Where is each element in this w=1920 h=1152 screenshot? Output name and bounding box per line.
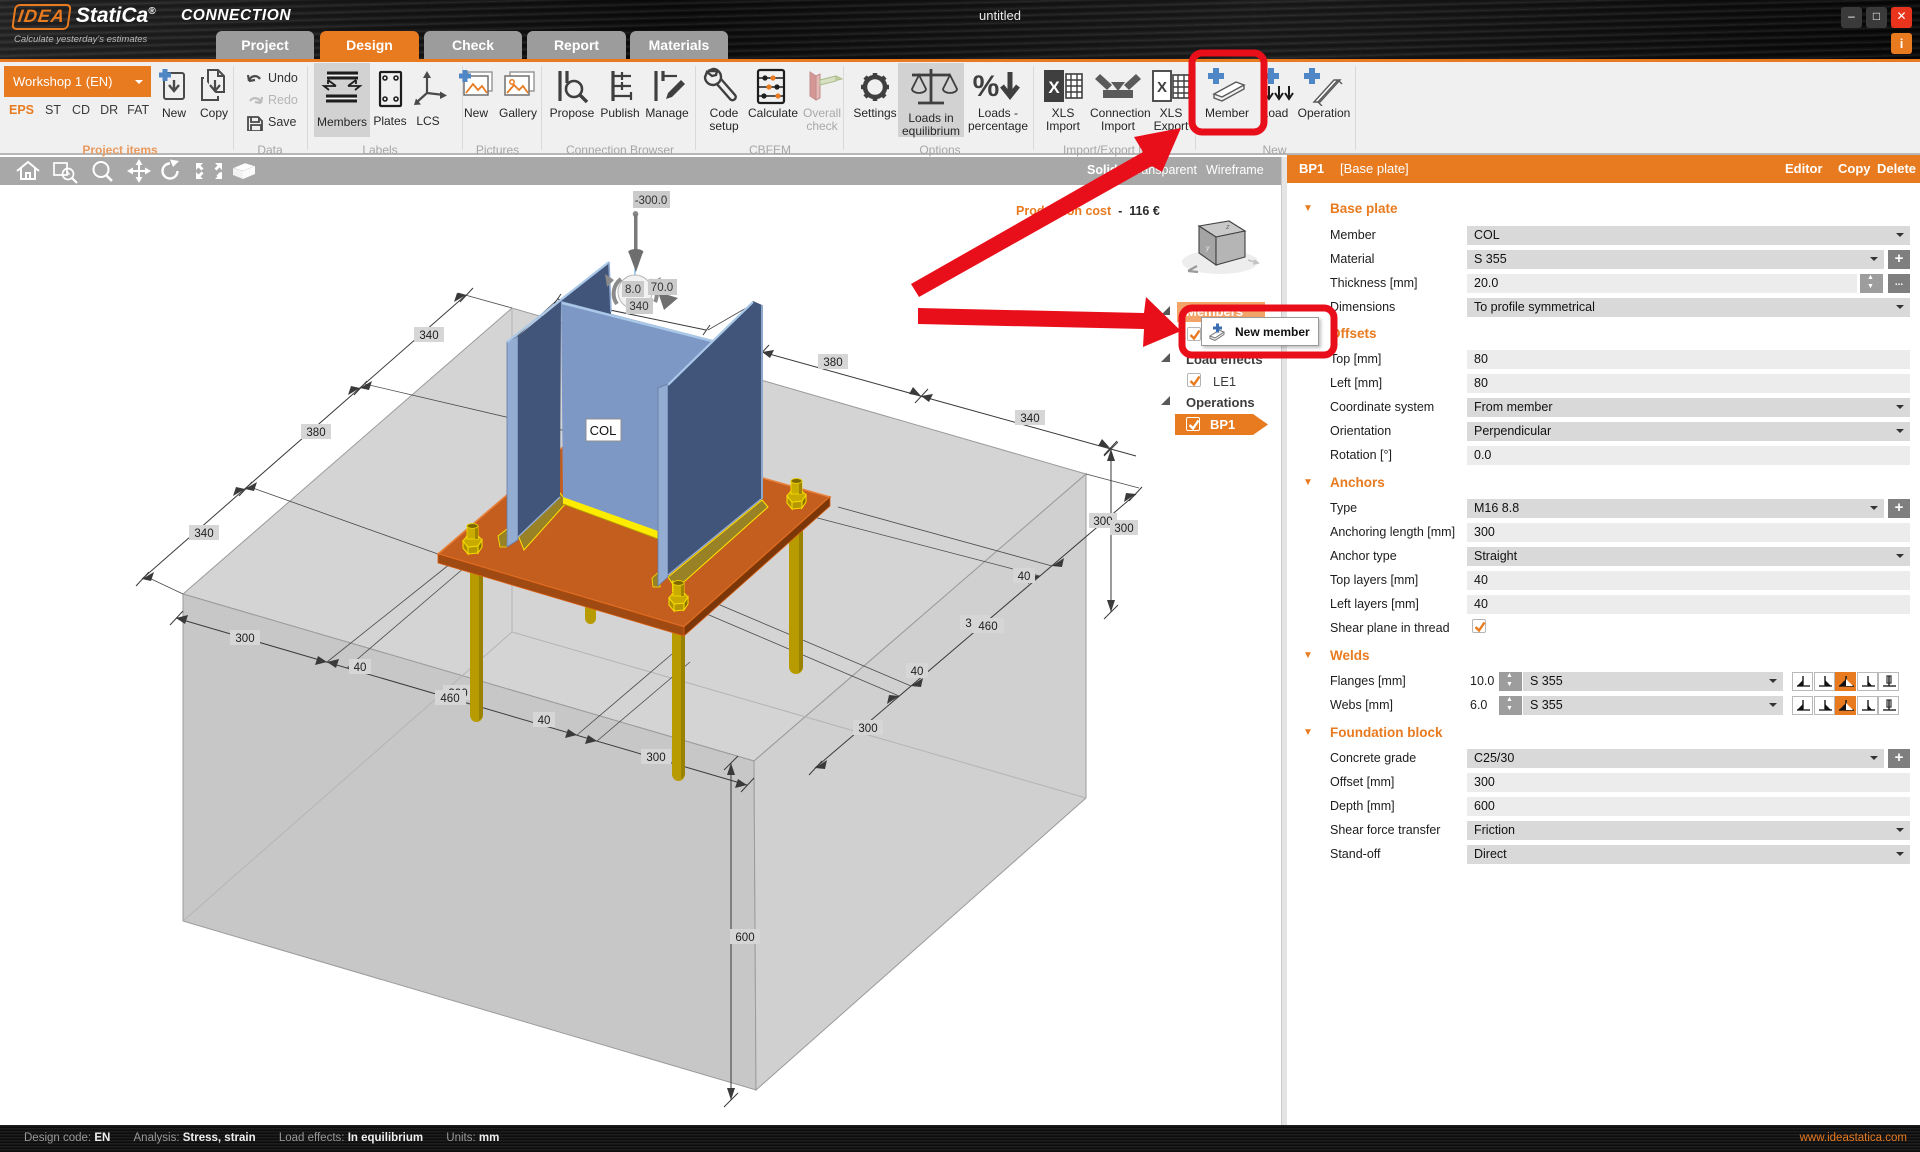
svg-text:600: 600 [735,932,754,944]
svg-text:40: 40 [354,662,367,674]
svg-text:340: 340 [629,301,648,313]
svg-text:300: 300 [646,752,665,764]
svg-text:40: 40 [1018,571,1031,583]
svg-text:X: X [1157,79,1167,96]
svg-text:70.0: 70.0 [651,282,673,294]
svg-text:340: 340 [1020,413,1039,425]
svg-text:300: 300 [235,633,254,645]
svg-text:COL: COL [590,423,617,438]
svg-text:300: 300 [1093,516,1112,528]
svg-text:y: y [1205,245,1210,252]
svg-text:z: z [1225,224,1230,231]
svg-text:-300.0: -300.0 [635,195,668,207]
svg-text:460: 460 [978,621,997,633]
svg-text:%: % [973,70,1000,103]
svg-text:340: 340 [419,330,438,342]
svg-text:340: 340 [194,528,213,540]
svg-text:460: 460 [440,693,459,705]
svg-text:300: 300 [1114,523,1133,535]
svg-text:300: 300 [858,723,877,735]
svg-text:X: X [1048,78,1060,97]
svg-text:380: 380 [306,427,325,439]
svg-text:380: 380 [823,357,842,369]
svg-text:40: 40 [911,666,924,678]
svg-text:8.0: 8.0 [625,284,641,296]
svg-text:40: 40 [538,715,551,727]
